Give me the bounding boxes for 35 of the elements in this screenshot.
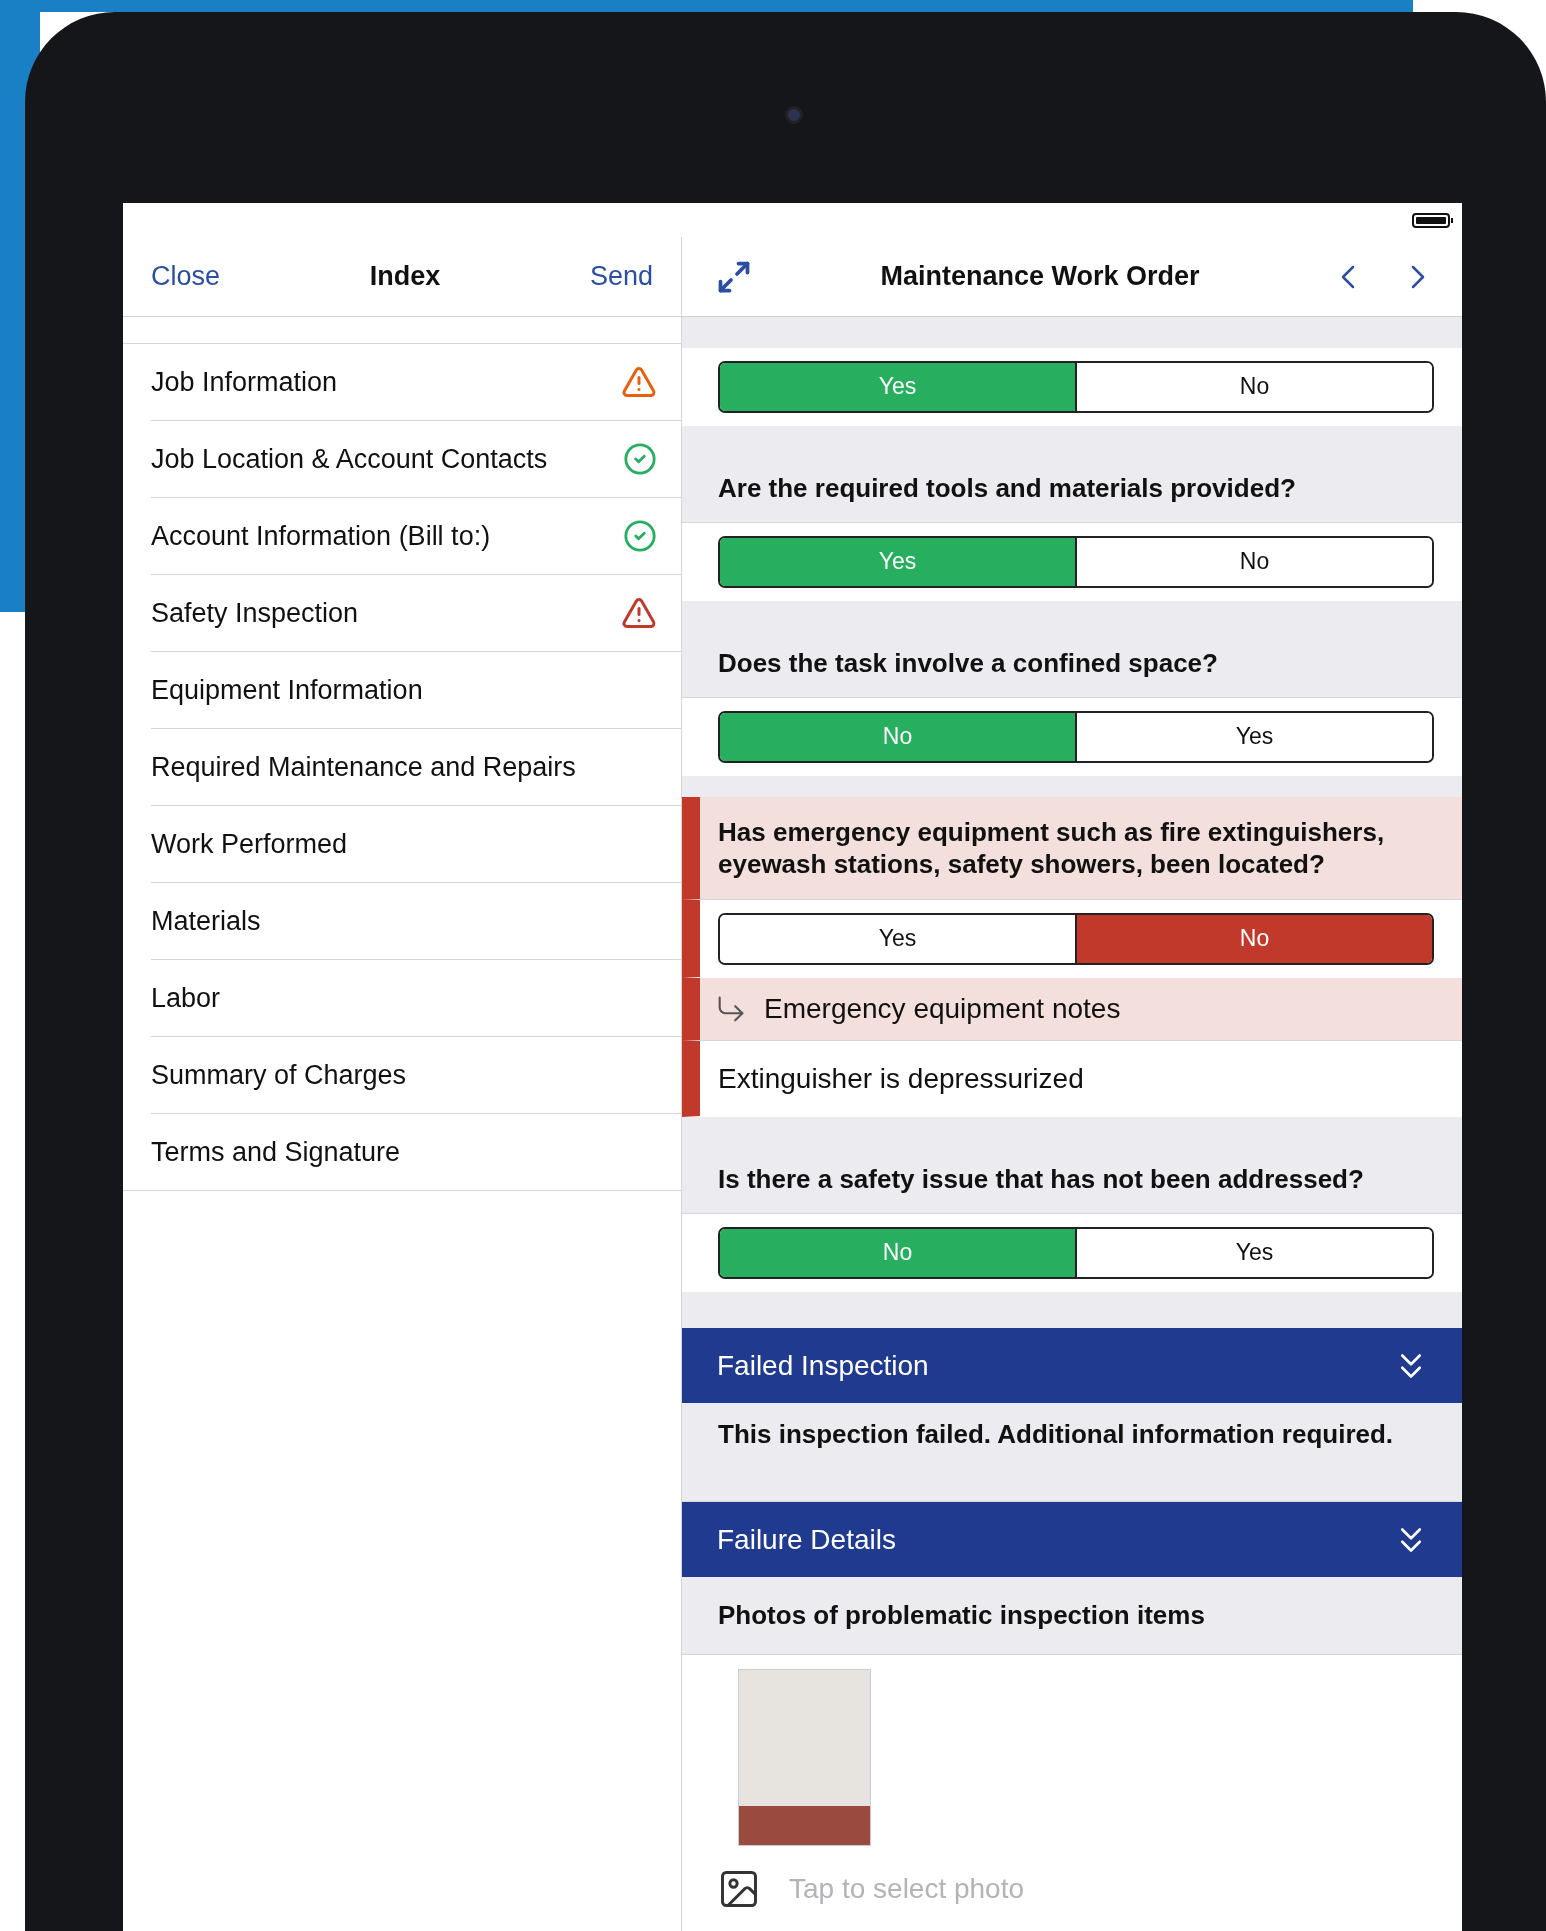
index-item[interactable]: Account Information (Bill to:) xyxy=(151,520,491,552)
camera-lens xyxy=(785,106,803,124)
index-item[interactable]: Job Information xyxy=(151,366,338,398)
question-text: Are the required tools and materials provided? xyxy=(718,471,1296,505)
choice-option[interactable]: No xyxy=(1075,537,1432,586)
index-item[interactable]: Labor xyxy=(151,982,221,1014)
section-header[interactable]: Failure Details xyxy=(682,1502,1462,1577)
section-title: Failed Inspection xyxy=(717,1349,929,1382)
section-title: Failure Details xyxy=(717,1523,896,1556)
index-item[interactable]: Required Maintenance and Repairs xyxy=(151,751,576,783)
question-text: Has emergency equipment such as fire extinguishers, eyewash stations, safety showers, been located? xyxy=(718,815,1386,881)
photo-placeholder[interactable] xyxy=(738,1669,871,1846)
choice-option[interactable]: Yes xyxy=(1075,1228,1432,1277)
index-title: Index xyxy=(369,261,441,292)
notes-label: Emergency equipment notes xyxy=(764,993,1121,1025)
photos-label: Photos of problematic inspection items xyxy=(718,1599,1205,1632)
index-item[interactable]: Terms and Signature xyxy=(151,1136,401,1168)
battery-icon xyxy=(1412,212,1450,228)
index-item[interactable]: Safety Inspection xyxy=(151,597,359,629)
index-item[interactable]: Work Performed xyxy=(151,828,348,860)
notes-text: Extinguisher is depressurized xyxy=(718,1062,1084,1095)
choice-option[interactable]: Yes xyxy=(1075,712,1432,761)
choice-option[interactable]: No xyxy=(1075,914,1432,963)
index-item[interactable]: Summary of Charges xyxy=(151,1059,407,1091)
question-text: Is there a safety issue that has not been addressed? xyxy=(718,1162,1364,1196)
failure-message: This inspection failed. Additional information required. xyxy=(718,1418,1394,1450)
form-title: Maintenance Work Order xyxy=(880,261,1200,292)
close-button[interactable]: Close xyxy=(151,261,221,292)
send-button[interactable]: Send xyxy=(589,261,653,292)
index-item[interactable]: Job Location & Account Contacts xyxy=(151,443,548,475)
section-header[interactable]: Failed Inspection xyxy=(682,1328,1462,1403)
choice-option[interactable]: No xyxy=(1075,362,1432,411)
question-text: Does the task involve a confined space? xyxy=(718,646,1218,680)
index-item[interactable]: Equipment Information xyxy=(151,674,423,706)
index-item[interactable]: Materials xyxy=(151,905,261,937)
